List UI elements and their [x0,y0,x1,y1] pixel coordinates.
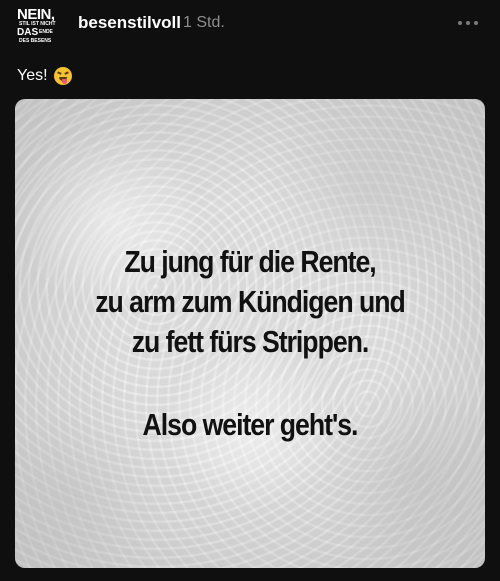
post-header: NEIN, STIL IST NICHT DAS ENDE DES BESENS… [0,0,500,56]
post-image[interactable]: Zu jung für die Rente, zu arm zum Kündig… [15,99,485,568]
avatar-logo-text: NEIN, [17,6,55,23]
avatar[interactable]: NEIN, STIL IST NICHT DAS ENDE DES BESENS [17,7,61,51]
more-options-icon[interactable] [457,19,479,27]
post-caption: Yes! [17,67,72,85]
meme-text-line-4: Also weiter geht's. [142,407,359,442]
dot-icon [458,21,462,25]
avatar-logo-bottom: DES BESENS [19,38,52,44]
meme-text-line-1: Zu jung für die Rente, [124,244,376,279]
meme-text-line-3: zu fett fürs Strippen. [131,324,370,359]
meme-text-line-2: zu arm zum Kündigen und [95,284,406,319]
dot-icon [474,21,478,25]
username[interactable]: besenstilvoll [78,13,181,33]
avatar-logo-ende: ENDE [39,29,53,35]
avatar-logo-das: DAS [17,27,39,38]
dot-icon [466,21,470,25]
caption-text: Yes! [17,67,48,84]
post-timestamp: 1 Std. [183,14,225,31]
squinting-face-with-tongue-icon [53,67,72,85]
